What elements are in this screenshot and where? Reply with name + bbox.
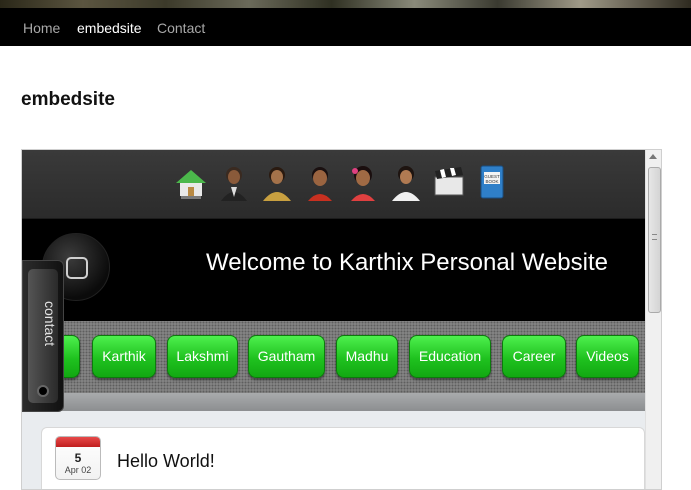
top-navbar: Home embedsite Contact	[0, 8, 691, 46]
menu-button-madhu[interactable]: Madhu	[336, 335, 398, 378]
calendar-day: 5	[74, 451, 82, 465]
welcome-banner: Welcome to Karthix Personal Website	[22, 218, 645, 321]
post-card: 5 Apr 02 Hello World!	[41, 427, 645, 489]
menu-button-education[interactable]: Education	[409, 335, 491, 378]
contact-side-tab[interactable]: contact	[22, 260, 64, 412]
nav-embedsite[interactable]: embedsite	[77, 20, 142, 36]
menu-button-gautham[interactable]: Gautham	[248, 335, 325, 378]
person-icon[interactable]	[388, 163, 424, 201]
person-icon[interactable]	[302, 163, 338, 201]
svg-text:BOOK: BOOK	[485, 179, 498, 184]
scroll-up-arrow-icon[interactable]	[649, 154, 657, 159]
header-photo-strip	[0, 0, 691, 8]
welcome-heading: Welcome to Karthix Personal Website	[206, 249, 608, 276]
page-title: embedsite	[21, 89, 115, 110]
post-title[interactable]: Hello World!	[117, 451, 215, 472]
contact-tab-label: contact	[42, 301, 58, 347]
menu-button-career[interactable]: Career	[502, 335, 566, 378]
person-icon[interactable]	[216, 163, 252, 201]
frame-scrollbar[interactable]	[645, 150, 661, 489]
person-icon[interactable]	[345, 163, 381, 201]
menu-button-lakshmi[interactable]: Lakshmi	[167, 335, 238, 378]
separator-bar	[22, 393, 645, 411]
scroll-thumb[interactable]	[648, 167, 661, 313]
contact-tab-knob	[37, 385, 49, 397]
calendar-date: Apr 02	[64, 465, 92, 475]
video-clapper-icon[interactable]	[431, 163, 467, 201]
embedded-site-content: GUEST BOOK Welcome to Karthix Personal W…	[22, 150, 645, 489]
guest-book-icon[interactable]: GUEST BOOK	[474, 163, 510, 201]
nav-home[interactable]: Home	[23, 20, 60, 36]
nav-contact[interactable]: Contact	[157, 20, 205, 36]
embedded-site-frame[interactable]: GUEST BOOK Welcome to Karthix Personal W…	[21, 149, 662, 490]
menu-button-videos[interactable]: Videos	[576, 335, 639, 378]
menu-button-karthik[interactable]: Karthik	[92, 335, 156, 378]
calendar-icon: 5 Apr 02	[55, 436, 101, 480]
person-icon[interactable]	[259, 163, 295, 201]
home-icon[interactable]	[173, 163, 209, 201]
icon-toolbar: GUEST BOOK	[22, 150, 645, 218]
